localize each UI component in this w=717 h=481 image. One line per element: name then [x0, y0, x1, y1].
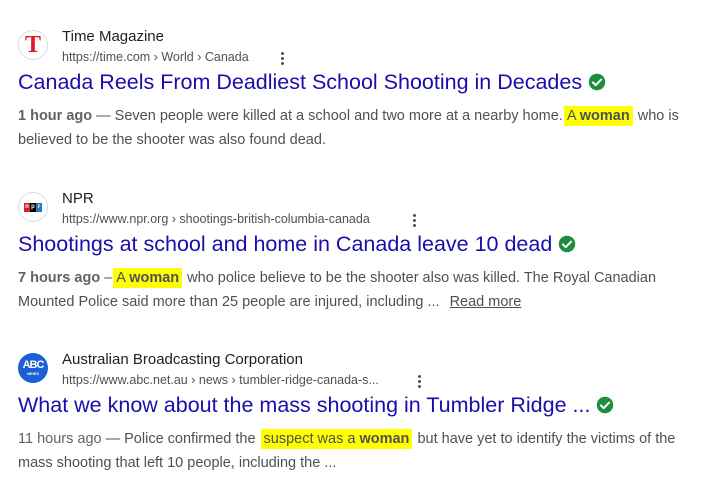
read-more-link[interactable]: Read more	[450, 294, 522, 310]
site-url: https://www.abc.net.au › news › tumbler-…	[62, 373, 379, 387]
time-favicon-icon: T	[18, 30, 48, 60]
search-result-npr: n p r NPR https://www.npr.org › shooting…	[18, 184, 713, 314]
npr-favicon-icon: n p r	[18, 192, 48, 222]
result-title-link[interactable]: Canada Reels From Deadliest School Shoot…	[18, 68, 713, 96]
result-title-link[interactable]: What we know about the mass shooting in …	[18, 391, 713, 419]
verified-check-icon	[559, 235, 576, 253]
verified-check-icon	[588, 73, 606, 91]
site-name: NPR	[62, 190, 94, 207]
search-result-time: T Time Magazine https://time.com › World…	[18, 22, 713, 152]
site-name: Australian Broadcasting Corporation	[62, 351, 303, 368]
result-title[interactable]: Canada Reels From Deadliest School Shoot…	[18, 70, 582, 95]
verified-check-icon	[597, 396, 614, 414]
result-snippet: 11 hours ago — Police confirmed the susp…	[18, 429, 676, 471]
result-title[interactable]: Shootings at school and home in Canada l…	[18, 232, 552, 257]
result-age: 11 hours ago	[18, 431, 102, 447]
site-url: https://time.com › World › Canada	[62, 50, 249, 64]
highlight: A woman	[563, 106, 633, 126]
highlight: A woman	[113, 268, 183, 288]
result-title[interactable]: What we know about the mass shooting in …	[18, 393, 590, 418]
result-age: 7 hours ago	[18, 270, 101, 286]
result-age: 1 hour ago	[18, 108, 93, 124]
search-result-abc: ABC NEWS Australian Broadcasting Corpora…	[18, 345, 713, 475]
abc-news-favicon-icon: ABC NEWS	[18, 353, 48, 383]
more-options-icon[interactable]	[413, 372, 425, 390]
result-snippet: 1 hour ago — Seven people were killed at…	[18, 106, 679, 148]
more-options-icon[interactable]	[276, 49, 288, 67]
result-source[interactable]: T Time Magazine https://time.com › World…	[18, 22, 713, 67]
site-url: https://www.npr.org › shootings-british-…	[62, 212, 370, 226]
site-name: Time Magazine	[62, 28, 164, 45]
result-source[interactable]: n p r NPR https://www.npr.org › shooting…	[18, 184, 713, 229]
highlight: suspect was a woman	[260, 429, 413, 449]
result-title-link[interactable]: Shootings at school and home in Canada l…	[18, 230, 713, 258]
result-source[interactable]: ABC NEWS Australian Broadcasting Corpora…	[18, 345, 713, 390]
result-snippet: 7 hours ago – A woman who police believe …	[18, 268, 657, 310]
more-options-icon[interactable]	[408, 211, 420, 229]
